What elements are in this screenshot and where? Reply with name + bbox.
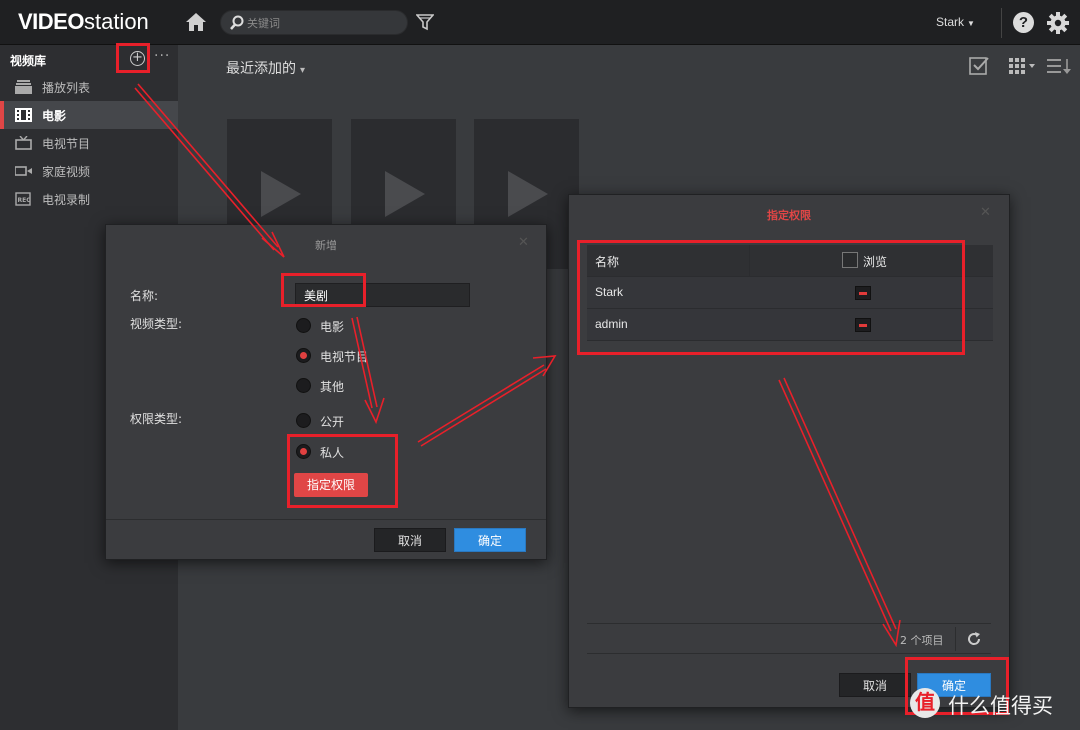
dialog-footer-divider <box>106 519 546 520</box>
recently-added-dropdown[interactable]: 最近添加的 ▾ <box>226 58 305 78</box>
close-icon[interactable]: ✕ <box>980 205 991 220</box>
select-mode-icon[interactable] <box>969 56 989 76</box>
user-name: Stark <box>595 285 624 299</box>
browse-toggle[interactable] <box>855 318 871 332</box>
watermark-logo: 值 <box>910 688 940 718</box>
browse-toggle[interactable] <box>855 286 871 300</box>
search-box[interactable] <box>220 10 408 35</box>
table-footer-divider <box>587 623 991 624</box>
sidebar-item-label: 电视录制 <box>42 193 91 207</box>
assign-permission-button[interactable]: 指定权限 <box>294 473 368 497</box>
chevron-down-icon: ▾ <box>300 65 306 76</box>
gear-icon[interactable] <box>1046 11 1070 35</box>
sidebar-item-playlist[interactable]: 播放列表 <box>0 73 178 101</box>
video-type-label: 视频类型: <box>130 317 183 331</box>
caret-down-icon: ▼ <box>967 19 975 28</box>
tv-recording-icon: REC <box>15 192 32 206</box>
permission-type-label: 权限类型: <box>130 412 183 426</box>
sidebar-item-tv-shows[interactable]: 电视节目 <box>0 129 178 157</box>
item-count: 2 个项目 <box>900 634 944 647</box>
refresh-icon[interactable] <box>966 631 982 647</box>
user-menu[interactable]: Stark ▼ <box>936 15 975 29</box>
cancel-button[interactable]: 取消 <box>374 528 446 552</box>
play-icon <box>385 171 425 217</box>
sidebar-item-movie[interactable]: 电影 <box>0 101 178 129</box>
sidebar-item-home-video[interactable]: 家庭视频 <box>0 157 178 185</box>
filter-icon[interactable] <box>415 13 435 31</box>
playlist-icon <box>15 80 32 94</box>
search-icon <box>229 15 245 31</box>
play-icon <box>261 171 301 217</box>
column-header-browse: 浏览 <box>863 255 888 269</box>
sidebar-item-label: 电影 <box>42 109 67 123</box>
select-all-browse-checkbox[interactable] <box>842 252 858 268</box>
sort-icon[interactable] <box>1047 57 1073 75</box>
watermark-text: 什么值得买 <box>948 694 1053 718</box>
search-input[interactable] <box>247 14 402 32</box>
table-row[interactable]: Stark <box>587 277 993 309</box>
ok-button[interactable]: 确定 <box>454 528 526 552</box>
sidebar-item-label: 播放列表 <box>42 81 91 95</box>
cancel-button[interactable]: 取消 <box>839 673 911 697</box>
user-name: admin <box>595 317 628 331</box>
play-icon <box>508 171 548 217</box>
more-icon[interactable]: ··· <box>154 48 170 64</box>
home-icon[interactable] <box>185 12 207 32</box>
sidebar-item-label: 家庭视频 <box>42 165 91 179</box>
sidebar-item-label: 电视节目 <box>42 137 91 151</box>
watermark: 值 什么值得买 <box>910 686 1080 722</box>
name-label: 名称: <box>130 289 159 303</box>
top-bar: VIDEOstation Stark▼ ? <box>0 0 1080 45</box>
grid-view-icon[interactable] <box>1009 57 1037 75</box>
svg-text:REC: REC <box>18 197 32 204</box>
name-field[interactable] <box>295 283 470 307</box>
column-header-name: 名称 <box>595 255 620 269</box>
help-icon[interactable]: ? <box>1013 12 1034 33</box>
library-title: 视频库 <box>10 54 47 68</box>
toolbar-divider <box>1001 8 1002 38</box>
new-library-dialog: 新增 ✕ 名称: 视频类型: 电影 电视节目 其他 权限类型: 公开 私人 指定… <box>105 224 547 560</box>
dialog-title: 新增 <box>315 239 337 252</box>
sidebar-item-tv-recording[interactable]: REC 电视录制 <box>0 185 178 213</box>
table-row[interactable]: admin <box>587 309 993 341</box>
table-header: 名称 浏览 <box>587 245 993 277</box>
permission-table: 名称 浏览 Stark admin <box>587 245 993 341</box>
close-icon[interactable]: ✕ <box>518 235 529 250</box>
permission-dialog: 指定权限 ✕ 名称 浏览 Stark admin 2 个项目 取消 确定 <box>568 194 1010 708</box>
home-video-icon <box>14 164 32 178</box>
add-library-icon[interactable]: + <box>130 51 145 66</box>
app-logo: VIDEOstation <box>18 9 149 34</box>
tv-icon <box>15 135 32 150</box>
dialog-title: 指定权限 <box>767 209 811 222</box>
movie-icon <box>15 108 32 122</box>
